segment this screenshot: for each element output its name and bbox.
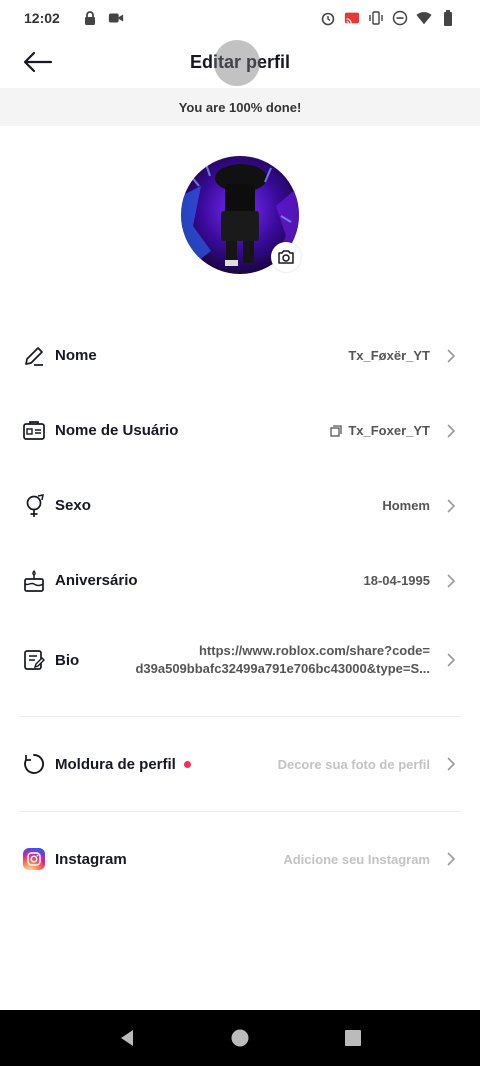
- row-value: Decore sua foto de perfil: [277, 756, 430, 772]
- chevron-right-icon: [442, 573, 460, 588]
- bio-edit-icon: [22, 648, 46, 672]
- nav-back-button[interactable]: [115, 1026, 139, 1050]
- row-value: 18-04-1995: [363, 573, 431, 588]
- chevron-right-icon: [442, 498, 460, 513]
- chevron-right-icon: [442, 423, 460, 438]
- row-value: Adicione seu Instagram: [283, 851, 430, 867]
- new-badge-dot: [183, 761, 191, 769]
- profile-fields: Nome Tx_Føxër_YT Nome de Usuário Tx_Foxe…: [0, 318, 480, 906]
- vibrate-icon: [368, 10, 384, 26]
- row-sexo[interactable]: Sexo Homem: [0, 468, 480, 543]
- row-value: https://www.roblox.com/share?code= d39a5…: [135, 642, 436, 678]
- row-aniversario[interactable]: Aniversário 18-04-1995: [0, 543, 480, 618]
- frame-ring-icon: [22, 752, 46, 776]
- chevron-right-icon: [442, 852, 460, 866]
- dnd-icon: [392, 10, 408, 26]
- touch-indicator: [214, 40, 260, 86]
- chevron-right-icon: [442, 757, 460, 771]
- wifi-icon: [416, 10, 432, 26]
- cake-icon: [22, 569, 46, 593]
- row-label: Bio: [55, 651, 80, 669]
- arrow-left-icon: [23, 51, 53, 73]
- change-photo-button[interactable]: [271, 242, 301, 272]
- row-value: Tx_Føxër_YT: [348, 348, 430, 363]
- recents-square-icon: [345, 1030, 362, 1046]
- row-value: Tx_Foxer_YT: [348, 423, 430, 438]
- cast-icon: [344, 10, 360, 26]
- instagram-icon: [22, 847, 46, 871]
- bio-line-2: d39a509bbafc32499a791e706bc43000&type=S.…: [135, 661, 430, 676]
- bio-line-1: https://www.roblox.com/share?code=: [198, 643, 430, 658]
- row-usuario[interactable]: Nome de Usuário Tx_Foxer_YT: [0, 393, 480, 468]
- row-label: Aniversário: [55, 572, 138, 589]
- chevron-right-icon: [442, 653, 460, 667]
- row-value: Homem: [382, 498, 430, 513]
- completion-banner: You are 100% done!: [0, 88, 480, 126]
- lock-icon: [82, 10, 98, 26]
- row-nome[interactable]: Nome Tx_Føxër_YT: [0, 318, 480, 393]
- row-label: Sexo: [55, 497, 91, 514]
- nav-home-button[interactable]: [228, 1026, 252, 1050]
- row-label: Instagram: [55, 850, 127, 868]
- camera-icon: [278, 250, 294, 264]
- row-instagram[interactable]: Instagram Adicione seu Instagram: [0, 812, 480, 906]
- system-nav-bar: [0, 1010, 480, 1066]
- row-label: Nome: [55, 347, 97, 364]
- status-bar: 12:02: [0, 0, 480, 36]
- battery-icon: [440, 10, 456, 26]
- video-icon: [108, 10, 124, 26]
- pencil-icon: [22, 344, 46, 368]
- completion-text: You are 100% done!: [178, 99, 302, 115]
- nav-recents-button[interactable]: [341, 1026, 365, 1050]
- row-moldura[interactable]: Moldura de perfil Decore sua foto de per…: [0, 717, 480, 811]
- chevron-right-icon: [442, 348, 460, 363]
- avatar-container[interactable]: [181, 156, 301, 274]
- home-circle-icon: [231, 1029, 249, 1047]
- copy-icon[interactable]: [330, 425, 342, 437]
- gender-icon: [22, 493, 46, 518]
- alarm-icon: [320, 10, 336, 26]
- id-card-icon: [22, 419, 46, 443]
- back-triangle-icon: [120, 1030, 133, 1046]
- row-label: Moldura de perfil: [55, 756, 191, 773]
- row-label: Nome de Usuário: [55, 422, 179, 439]
- row-bio[interactable]: Bio https://www.roblox.com/share?code= d…: [0, 618, 480, 702]
- header: Editar perfil: [0, 36, 480, 88]
- status-time: 12:02: [24, 10, 60, 26]
- back-button[interactable]: [20, 46, 56, 78]
- row-label-text: Moldura de perfil: [55, 755, 176, 773]
- row-value-wrap: Tx_Foxer_YT: [330, 423, 436, 438]
